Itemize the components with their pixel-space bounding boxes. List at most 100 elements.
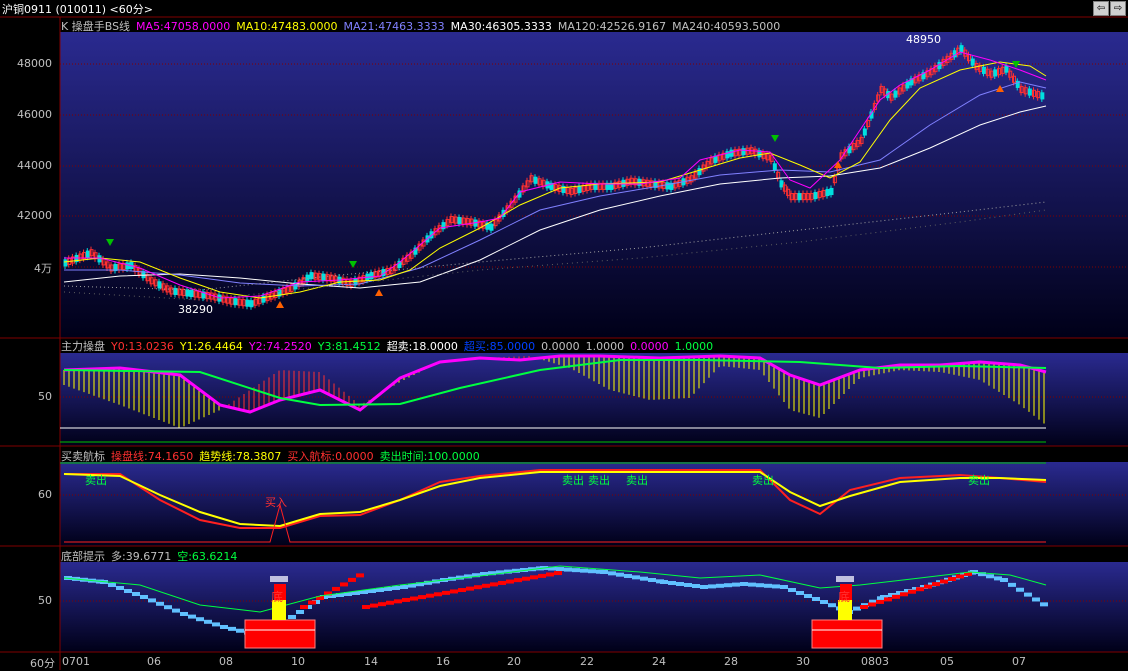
long-bar: [332, 586, 340, 591]
candle-body: [813, 192, 818, 200]
panel2-header: 主力操盘 Y0:13.0236 Y1:26.4464 Y2:74.2520 Y3:81.…: [61, 338, 719, 353]
long-bar: [506, 579, 514, 584]
candle-body: [829, 187, 834, 196]
short-bar: [116, 586, 124, 590]
long-bar: [860, 605, 868, 609]
long-bar: [948, 577, 956, 581]
short-bar: [684, 583, 692, 587]
short-bar: [384, 587, 392, 591]
chart-canvas[interactable]: [0, 0, 1128, 670]
y3-value: Y3:81.4512: [317, 340, 381, 353]
sell-marker-label: 卖出: [626, 474, 648, 487]
bottom-box: [811, 619, 883, 649]
x-tick: 0803: [861, 655, 889, 668]
short-bar: [212, 622, 220, 627]
y2-value: Y2:74.2520: [248, 340, 312, 353]
short-bar: [228, 626, 236, 631]
candle-body: [489, 223, 494, 231]
long-bar: [348, 577, 356, 582]
v4-value: 1.0000: [674, 340, 714, 353]
panel4-y-tick: 50: [38, 594, 52, 607]
candle-body: [245, 299, 250, 307]
short-bar: [740, 582, 748, 586]
candle-body: [125, 262, 130, 270]
short-bar: [1016, 587, 1024, 592]
short-bar: [196, 617, 204, 622]
short-bar: [668, 581, 676, 585]
buy-marker-label: 买入: [265, 496, 287, 509]
long-bar: [530, 575, 538, 580]
long-bar: [402, 597, 410, 602]
short-bar: [828, 603, 836, 608]
long-bar: [522, 576, 530, 581]
long-value: 多:39.6771: [111, 550, 172, 563]
short-bar: [796, 591, 804, 595]
candle-body: [1004, 65, 1009, 73]
candle-body: [157, 281, 162, 289]
period-label[interactable]: 60分: [30, 655, 55, 671]
x-tick: 28: [724, 655, 738, 668]
short-bar: [748, 582, 756, 587]
low-price-label: 38290: [178, 303, 213, 316]
short-bar: [1000, 578, 1008, 582]
trend-line-value: 趋势线:78.3807: [199, 450, 282, 463]
bottom-cap: [270, 576, 288, 582]
panel3-name: 买卖航标: [61, 450, 105, 463]
buy-beacon-value: 买入航标:0.0000: [287, 450, 374, 463]
panel1-header: K 操盘手BS线 MA5:47058.0000 MA10:47483.0000 MA2…: [61, 18, 786, 33]
candle-body: [63, 259, 68, 267]
short-bar: [812, 597, 820, 601]
short-bar: [288, 615, 296, 619]
long-bar: [884, 597, 892, 602]
short-bar: [580, 568, 588, 573]
long-bar: [450, 589, 458, 594]
long-bar: [892, 594, 900, 599]
short-bar: [772, 584, 780, 589]
candle-body: [713, 155, 718, 163]
bottom-box: [244, 619, 316, 649]
long-bar: [434, 592, 442, 597]
long-bar: [940, 579, 948, 584]
panel1-name: K 操盘手BS线: [61, 20, 131, 33]
short-bar: [804, 594, 812, 598]
short-bar: [172, 608, 180, 613]
short-bar: [676, 582, 684, 586]
candle-body: [1027, 88, 1032, 96]
short-bar: [148, 598, 156, 603]
long-bar: [300, 605, 308, 609]
short-bar: [632, 575, 640, 580]
candle-body: [893, 90, 898, 98]
long-bar: [394, 599, 402, 604]
x-tick: 20: [507, 655, 521, 668]
short-bar: [600, 570, 608, 574]
candle-body: [825, 188, 830, 197]
y-tick-42000: 42000: [17, 209, 52, 222]
x-tick: 08: [219, 655, 233, 668]
candle-body: [457, 217, 462, 225]
candle-body: [185, 289, 190, 297]
v3-value: 0.0000: [630, 340, 669, 353]
long-bar: [908, 589, 916, 594]
candle-body: [772, 163, 777, 171]
panel2-name: 主力操盘: [61, 340, 105, 353]
panel4-header: 底部提示 多:39.6771 空:63.6214: [61, 548, 243, 563]
candle-body: [982, 66, 986, 74]
long-bar: [546, 572, 554, 577]
panel4-name: 底部提示: [61, 550, 105, 563]
long-bar: [554, 571, 562, 576]
ma30-value: MA30:46305.3333: [450, 20, 552, 33]
short-bar: [788, 588, 796, 592]
ma21-value: MA21:47463.3333: [343, 20, 445, 33]
long-bar: [378, 602, 386, 607]
short-bar: [708, 584, 716, 589]
short-bar: [392, 586, 400, 590]
short-bar: [764, 583, 772, 588]
long-bar: [514, 578, 522, 583]
y-tick-44000: 44000: [17, 159, 52, 172]
long-bar: [426, 593, 434, 598]
x-tick: 0701: [62, 655, 90, 668]
candle-body: [993, 69, 998, 77]
x-tick: 06: [147, 655, 161, 668]
ma10-value: MA10:47483.0000: [236, 20, 338, 33]
overbuy-value: 超卖:18.0000: [386, 340, 458, 353]
